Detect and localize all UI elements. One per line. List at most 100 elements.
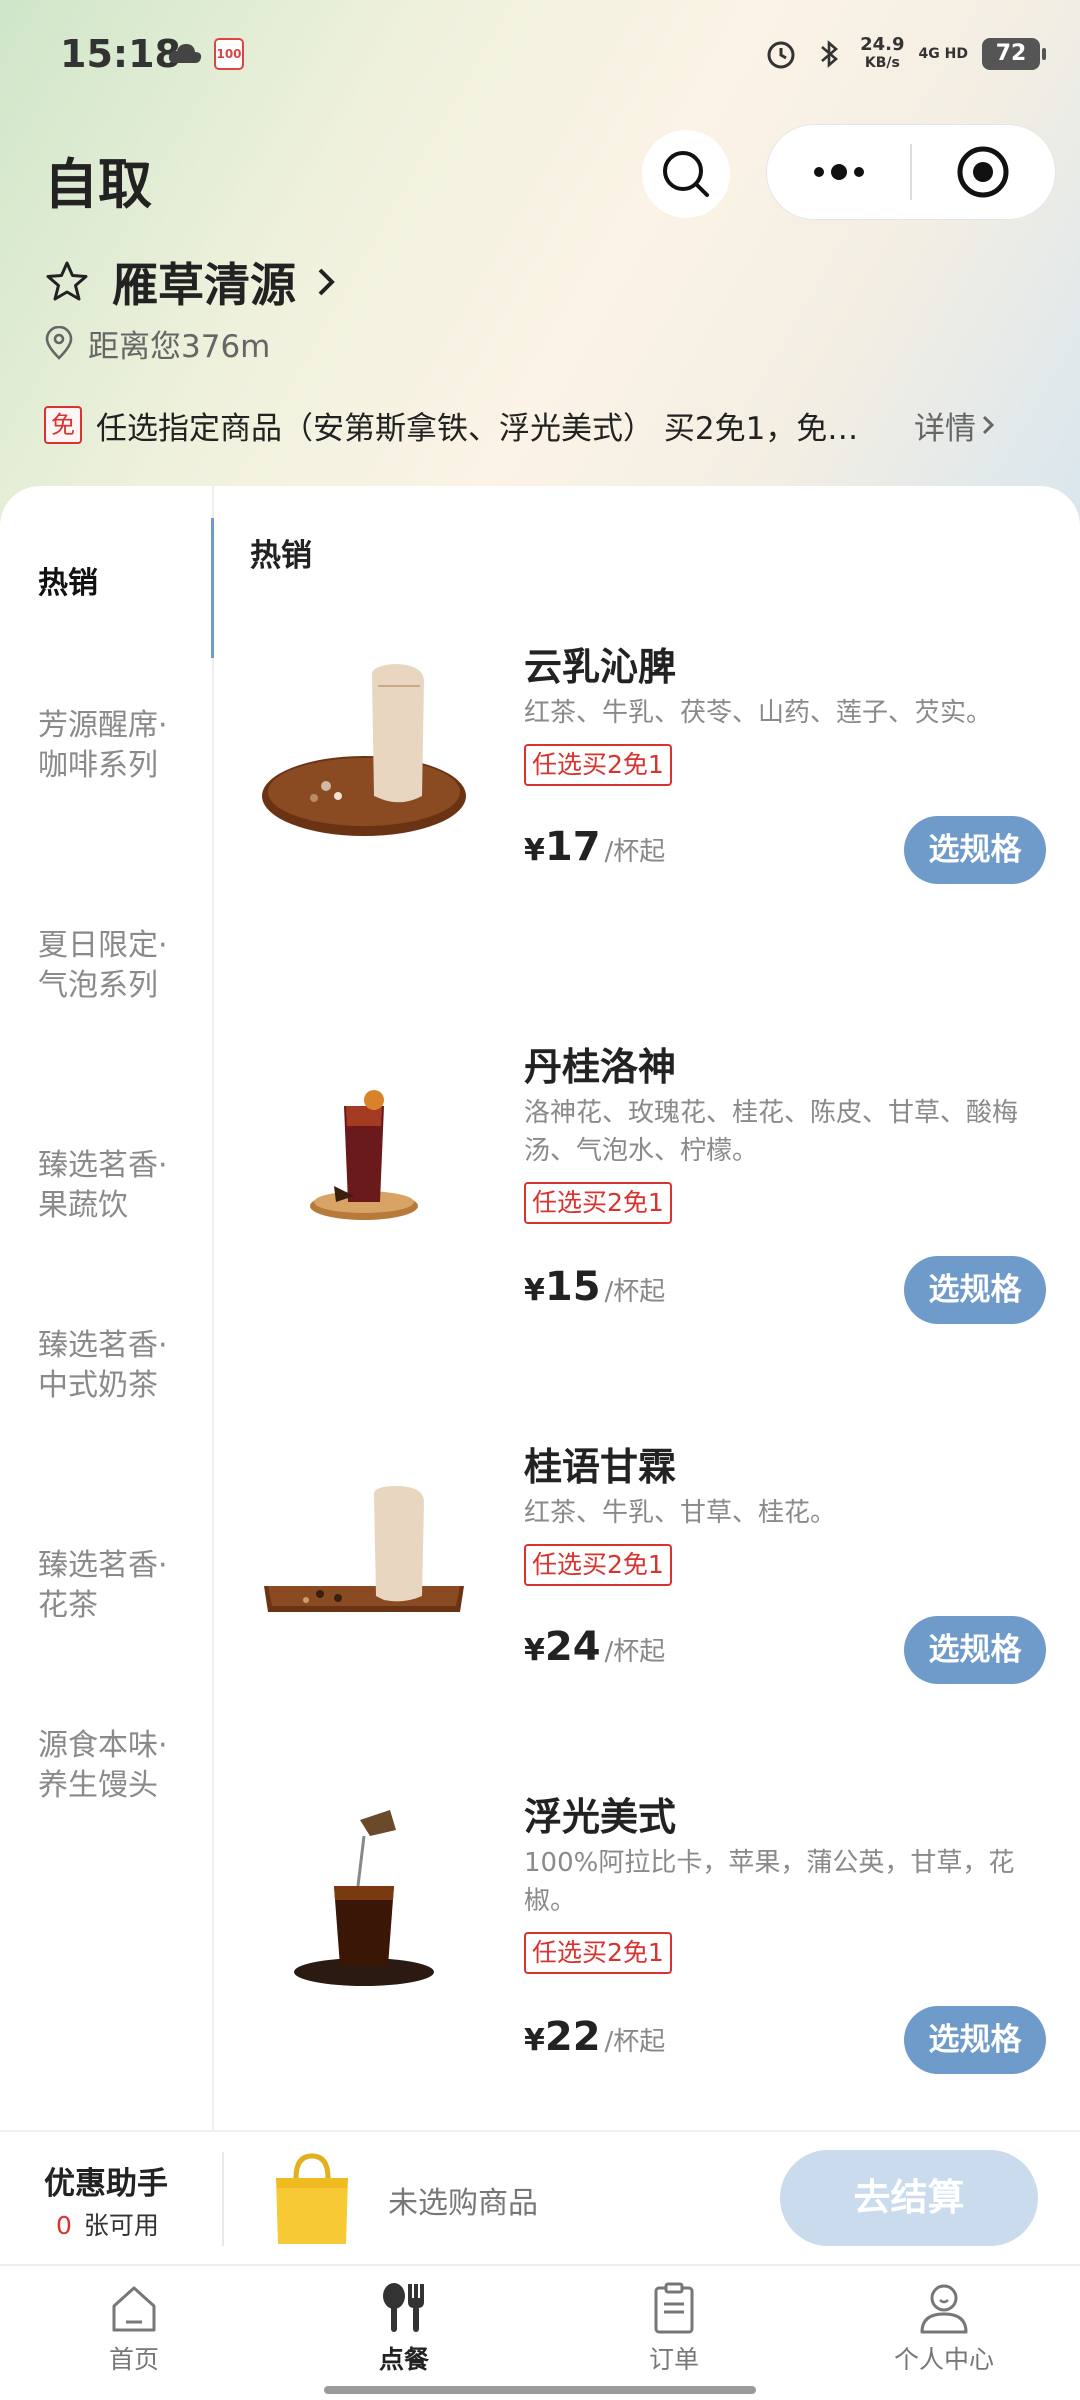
tab-profile-label: 个人中心 [893, 2345, 994, 2374]
currency-symbol: ¥ [524, 1633, 545, 1668]
promo-text: 任选指定商品（安第斯拿铁、浮光美式） 买2免1，免… [96, 410, 859, 447]
alarm-icon [767, 41, 795, 69]
menu-panel: 热销 芳源醒席·咖啡系列 夏日限定·气泡系列 臻选茗香·果蔬饮 臻选茗香·中式奶… [0, 486, 1080, 2130]
tab-order-food[interactable]: 点餐 [304, 2280, 504, 2376]
product-name: 浮光美式 [524, 1795, 677, 1839]
tab-orders-label: 订单 [648, 2345, 699, 2374]
product-card[interactable]: 浮光美式 100%阿拉比卡，苹果，蒲公英，甘草，花椒。 任选买2免1 ¥22/杯… [214, 1776, 1080, 2130]
more-button[interactable] [767, 125, 910, 219]
price-value: 22 [544, 2014, 601, 2060]
speed-value: 24.9 [860, 34, 905, 55]
coupon-helper-title[interactable]: 优惠助手 [44, 2158, 168, 2203]
distance-text: 距离您376m [88, 328, 271, 365]
promo-detail-link[interactable]: 详情 [914, 403, 1000, 448]
page-title: 自取 [44, 153, 152, 216]
home-icon [112, 2286, 156, 2332]
price-value: 17 [544, 824, 601, 870]
tab-order-food-label: 点餐 [378, 2345, 429, 2374]
product-image [264, 1486, 464, 1612]
more-icon [813, 164, 864, 180]
coupon-count-suffix: 张可用 [83, 2211, 159, 2240]
product-image [294, 1810, 434, 1986]
product-card[interactable]: 丹桂洛神 洛神花、玫瑰花、桂花、陈皮、甘草、酸梅汤、气泡水、柠檬。 任选买2免1… [214, 1026, 1080, 1426]
promo-tag: 任选买2免1 [524, 1182, 672, 1224]
select-spec-button[interactable]: 选规格 [904, 816, 1046, 884]
speed-unit: KB/s [864, 55, 900, 71]
price-unit: /杯起 [604, 837, 666, 867]
checkout-bar: 优惠助手 0 张可用 未选购商品 去结算 [0, 2130, 1080, 2264]
product-description: 红茶、牛乳、茯苓、山药、莲子、芡实。 [524, 698, 993, 728]
tab-orders[interactable]: 订单 [574, 2280, 774, 2376]
product-price: ¥17/杯起 [524, 824, 665, 870]
utensils-icon [383, 2283, 424, 2332]
promo-badge: 免 [44, 406, 82, 444]
shopping-bag-icon[interactable] [270, 2148, 354, 2248]
currency-symbol: ¥ [524, 1273, 545, 1308]
checkout-divider [222, 2152, 224, 2246]
promo-tag: 任选买2免1 [524, 1544, 672, 1586]
user-icon [920, 2284, 968, 2334]
status-bar: 15:18 100 24.9 KB/s 4G HD 72 [0, 0, 1080, 110]
product-image [310, 1090, 418, 1220]
category-item-flower-tea[interactable]: 臻选茗香·花茶 [38, 1546, 188, 1626]
product-name: 丹桂洛神 [524, 1045, 677, 1089]
category-item-steamed-bun[interactable]: 源食本味·养生馒头 [38, 1726, 188, 1806]
tab-home[interactable]: 首页 [34, 2280, 234, 2376]
category-item-fruit-veg[interactable]: 臻选茗香·果蔬饮 [38, 1146, 188, 1226]
product-price: ¥15/杯起 [524, 1264, 665, 1310]
product-description: 洛神花、玫瑰花、桂花、陈皮、甘草、酸梅汤、气泡水、柠檬。 [524, 1098, 1019, 1166]
miniprogram-capsule [766, 124, 1056, 220]
product-description: 红茶、牛乳、甘草、桂花。 [524, 1498, 837, 1528]
bottom-tab-bar: 首页 点餐 订单 个人中心 [0, 2264, 1080, 2400]
currency-symbol: ¥ [524, 833, 545, 868]
star-icon[interactable] [44, 259, 90, 305]
home-indicator[interactable] [324, 2386, 756, 2394]
search-icon [663, 151, 709, 197]
category-item-hot[interactable]: 热销 [38, 564, 188, 604]
calendar-label: 100 [216, 47, 242, 61]
status-right: 24.9 KB/s 4G HD 72 [764, 34, 1046, 74]
empty-cart-text: 未选购商品 [388, 2186, 538, 2221]
network-type: 4G HD [918, 46, 968, 62]
target-icon [957, 146, 1009, 198]
select-spec-button[interactable]: 选规格 [904, 1616, 1046, 1684]
select-spec-button[interactable]: 选规格 [904, 1256, 1046, 1324]
store-selector[interactable]: 雁草清源 [44, 252, 346, 312]
network-speed: 24.9 KB/s [860, 36, 904, 72]
bluetooth-icon [821, 40, 839, 68]
location-pin-icon [45, 326, 73, 360]
product-price: ¥24/杯起 [524, 1624, 665, 1670]
select-spec-button[interactable]: 选规格 [904, 2006, 1046, 2074]
product-card[interactable]: 桂语甘霖 红茶、牛乳、甘草、桂花。 任选买2免1 ¥24/杯起 选规格 [214, 1426, 1080, 1826]
chevron-right-icon [982, 415, 995, 435]
search-button[interactable] [642, 130, 730, 218]
price-unit: /杯起 [604, 2027, 666, 2057]
product-name: 云乳沁脾 [524, 645, 677, 689]
category-item-milk-tea[interactable]: 臻选茗香·中式奶茶 [38, 1326, 188, 1406]
promo-tag: 任选买2免1 [524, 1932, 672, 1974]
price-value: 15 [544, 1264, 601, 1310]
product-description: 100%阿拉比卡，苹果，蒲公英，甘草，花椒。 [524, 1848, 1015, 1916]
product-image [262, 664, 466, 836]
product-card[interactable]: 云乳沁脾 红茶、牛乳、茯苓、山药、莲子、芡实。 任选买2免1 ¥17/杯起 选规… [214, 626, 1080, 1026]
price-unit: /杯起 [604, 1277, 666, 1307]
product-price: ¥22/杯起 [524, 2014, 665, 2060]
promo-banner[interactable]: 免 任选指定商品（安第斯拿铁、浮光美式） 买2免1，免… 详情 [44, 398, 1044, 452]
close-miniprogram-button[interactable] [912, 125, 1055, 219]
cloud-icon [168, 44, 202, 63]
price-value: 24 [544, 1624, 601, 1670]
tab-profile[interactable]: 个人中心 [844, 2280, 1044, 2376]
battery-indicator: 72 [982, 38, 1046, 70]
store-name: 雁草清源 [112, 258, 296, 312]
promo-detail-label: 详情 [914, 410, 976, 447]
checkout-button[interactable]: 去结算 [780, 2150, 1038, 2246]
promo-tag: 任选买2免1 [524, 744, 672, 786]
status-time: 15:18 [60, 32, 181, 76]
chevron-right-icon [318, 268, 335, 296]
category-item-sparkling[interactable]: 夏日限定·气泡系列 [38, 926, 188, 1006]
tab-home-label: 首页 [108, 2345, 159, 2374]
category-item-coffee[interactable]: 芳源醒席·咖啡系列 [38, 706, 188, 786]
distance-info: 距离您376m [44, 322, 271, 365]
product-name: 桂语甘霖 [524, 1445, 677, 1489]
coupon-count[interactable]: 0 张可用 [56, 2206, 159, 2242]
